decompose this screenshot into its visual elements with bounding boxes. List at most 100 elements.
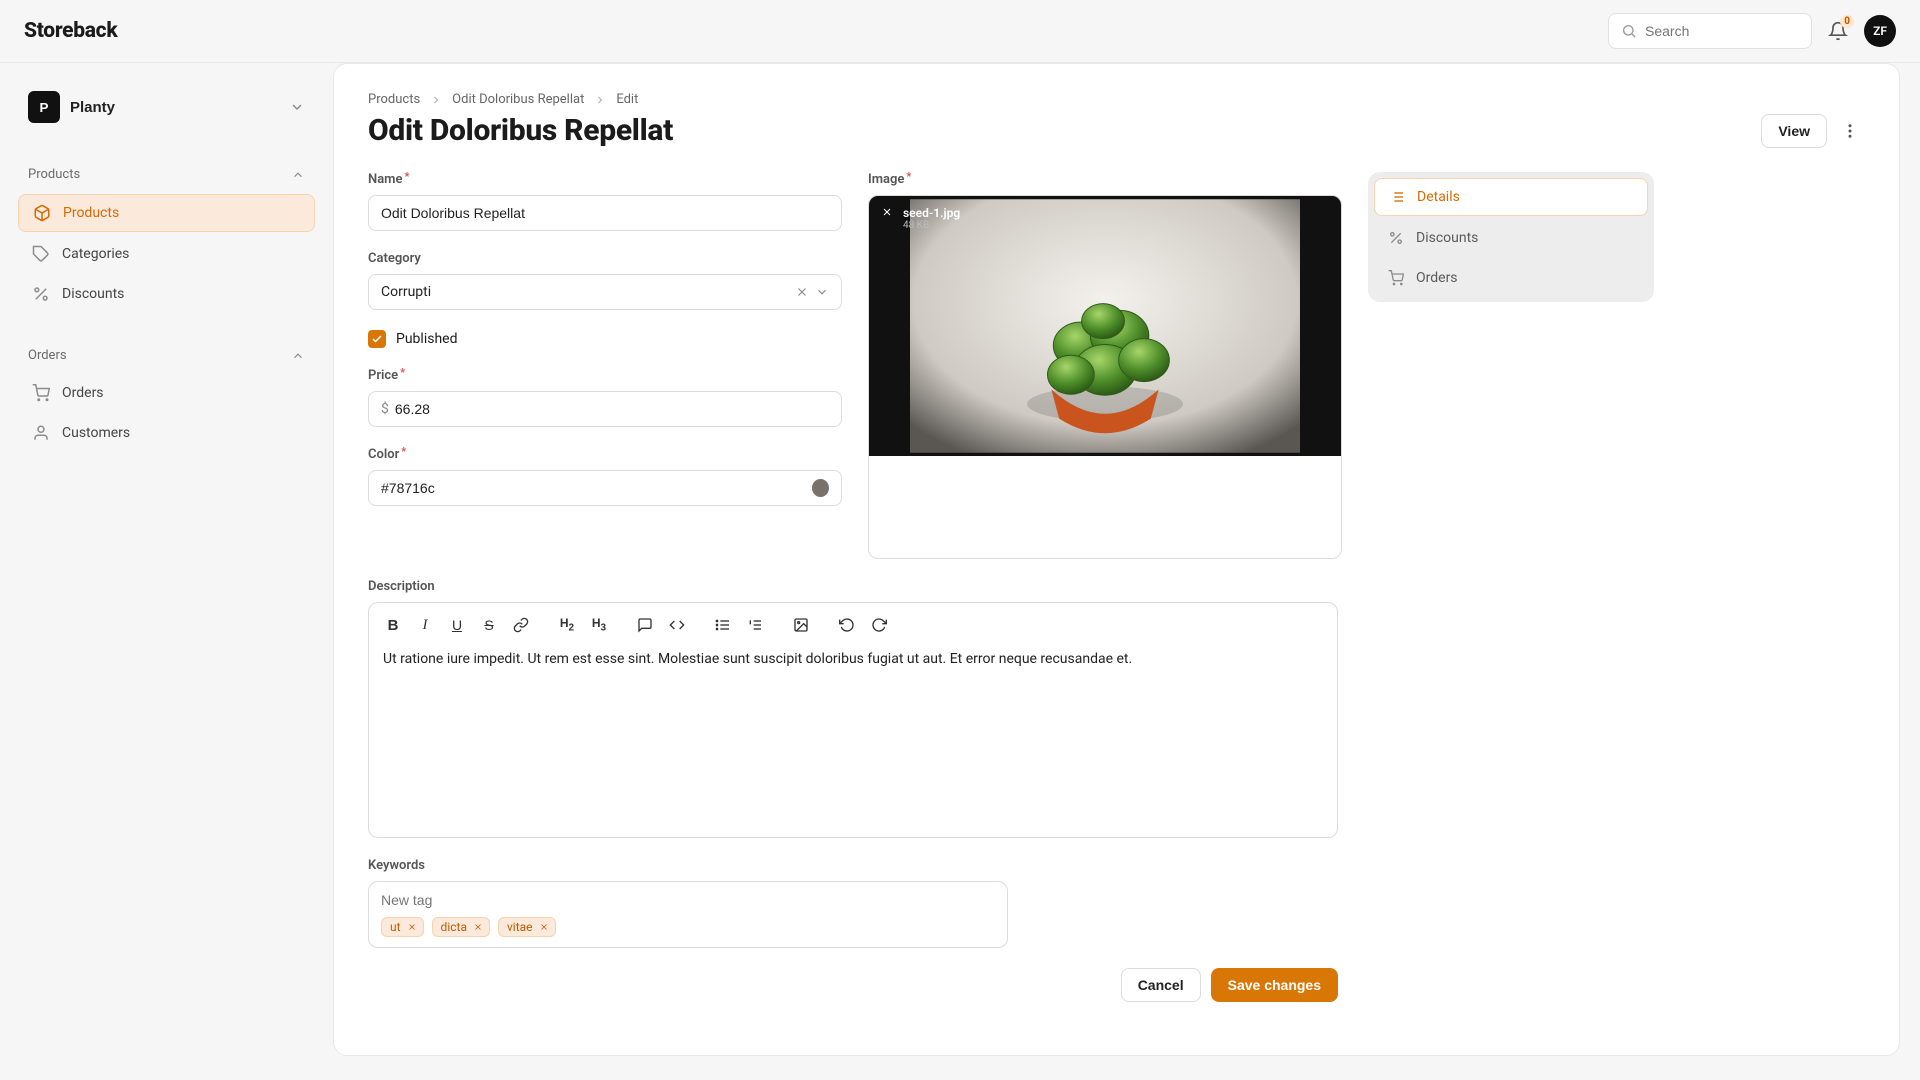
underline-icon: U	[452, 617, 462, 633]
image-size: 48 KB	[903, 220, 960, 232]
chevron-right-icon	[430, 94, 442, 106]
keyword-tag[interactable]: ut	[381, 917, 424, 937]
avatar[interactable]: ZF	[1864, 15, 1896, 47]
cancel-button[interactable]: Cancel	[1121, 968, 1201, 1002]
keywords-label: Keywords	[368, 858, 1338, 873]
h2-icon: H2	[560, 616, 574, 633]
chevron-down-icon	[289, 99, 305, 115]
ul-button[interactable]	[709, 611, 737, 639]
italic-button[interactable]: I	[411, 611, 439, 639]
category-label: Category	[368, 251, 842, 266]
sidebar-item-products[interactable]: Products	[18, 194, 315, 232]
underline-button[interactable]: U	[443, 611, 471, 639]
color-swatch[interactable]	[812, 479, 829, 497]
undo-button[interactable]	[833, 611, 861, 639]
sidebar-section-label: Products	[28, 167, 80, 182]
color-label: Color	[368, 447, 842, 462]
ol-button[interactable]	[741, 611, 769, 639]
price-label: Price	[368, 368, 842, 383]
chevron-up-icon	[291, 168, 305, 182]
notifications-button[interactable]: 0	[1828, 21, 1848, 41]
price-field[interactable]: $	[368, 391, 842, 427]
redo-button[interactable]	[865, 611, 893, 639]
brand-logo: Storeback	[24, 19, 117, 43]
remove-tag-icon[interactable]	[539, 922, 549, 932]
ordered-list-icon	[747, 617, 763, 633]
code-button[interactable]	[663, 611, 691, 639]
strike-button[interactable]: S	[475, 611, 503, 639]
bold-icon: B	[388, 617, 399, 634]
cart-icon	[1388, 270, 1404, 286]
chevron-down-icon[interactable]	[815, 285, 829, 299]
h2-button[interactable]: H2	[553, 611, 581, 639]
breadcrumb-item[interactable]: Products	[368, 92, 420, 107]
category-select[interactable]: Corrupti	[368, 274, 842, 310]
image-uploader[interactable]: seed-1.jpg 48 KB	[868, 195, 1342, 559]
remove-tag-icon[interactable]	[407, 922, 417, 932]
topbar: Storeback 0 ZF	[0, 0, 1920, 63]
image-button[interactable]	[787, 611, 815, 639]
image-filename: seed-1.jpg	[903, 206, 960, 220]
color-field[interactable]	[368, 470, 842, 506]
currency-symbol: $	[381, 401, 389, 417]
tag-label: vitae	[507, 920, 533, 934]
quote-button[interactable]	[631, 611, 659, 639]
sidebar-item-label: Products	[63, 205, 119, 221]
italic-icon: I	[423, 617, 428, 634]
search-field[interactable]	[1608, 13, 1812, 49]
strike-icon: S	[484, 617, 493, 633]
percent-icon	[1388, 230, 1404, 246]
save-button[interactable]: Save changes	[1211, 968, 1338, 1002]
workspace-switcher[interactable]: P Planty	[18, 83, 315, 131]
published-checkbox[interactable]: Published	[368, 330, 842, 348]
breadcrumb-item[interactable]: Odit Doloribus Repellat	[452, 92, 584, 107]
tab-details[interactable]: Details	[1374, 178, 1648, 216]
notification-count: 0	[1840, 15, 1854, 28]
sidebar-item-categories[interactable]: Categories	[18, 236, 315, 272]
tab-label: Details	[1417, 189, 1460, 205]
keywords-input[interactable]	[381, 892, 995, 908]
color-input[interactable]	[381, 480, 812, 496]
clear-icon[interactable]	[795, 285, 809, 299]
workspace-initial: P	[28, 91, 60, 123]
remove-image-button[interactable]	[881, 206, 893, 218]
search-input[interactable]	[1645, 23, 1799, 39]
name-field[interactable]	[368, 195, 842, 231]
price-input[interactable]	[395, 401, 829, 417]
tag-label: ut	[390, 920, 401, 934]
remove-tag-icon[interactable]	[473, 922, 483, 932]
description-editor[interactable]: B I U S H2 H3	[368, 602, 1338, 838]
description-label: Description	[368, 579, 1338, 594]
tab-discounts[interactable]: Discounts	[1374, 220, 1648, 256]
h3-button[interactable]: H3	[585, 611, 613, 639]
list-icon	[715, 617, 731, 633]
view-button[interactable]: View	[1761, 114, 1827, 148]
keyword-tag[interactable]: vitae	[498, 917, 556, 937]
description-text[interactable]: Ut ratione iure impedit. Ut rem est esse…	[369, 647, 1337, 681]
published-label: Published	[396, 331, 457, 347]
sidebar-item-customers[interactable]: Customers	[18, 415, 315, 451]
page-title: Odit Doloribus Repellat	[368, 113, 673, 148]
image-icon	[793, 617, 809, 633]
workspace-name: Planty	[70, 99, 115, 116]
tab-orders[interactable]: Orders	[1374, 260, 1648, 296]
sidebar-section-products[interactable]: Products	[18, 161, 315, 188]
breadcrumb: Products Odit Doloribus Repellat Edit	[368, 92, 1865, 107]
keywords-field[interactable]: ut dicta vitae	[368, 881, 1008, 948]
sidebar-section-orders[interactable]: Orders	[18, 342, 315, 369]
tag-icon	[32, 245, 50, 263]
category-value: Corrupti	[381, 284, 431, 300]
search-icon	[1621, 23, 1645, 39]
redo-icon	[871, 617, 887, 633]
keyword-tag[interactable]: dicta	[432, 917, 490, 937]
code-icon	[669, 617, 685, 633]
quote-icon	[637, 617, 653, 633]
name-input[interactable]	[381, 205, 829, 221]
more-button[interactable]	[1835, 116, 1865, 146]
bold-button[interactable]: B	[379, 611, 407, 639]
link-button[interactable]	[507, 611, 535, 639]
editor-toolbar: B I U S H2 H3	[369, 603, 1337, 647]
sidebar-item-orders[interactable]: Orders	[18, 375, 315, 411]
section-tabs: Details Discounts Orders	[1368, 172, 1654, 302]
sidebar-item-discounts[interactable]: Discounts	[18, 276, 315, 312]
